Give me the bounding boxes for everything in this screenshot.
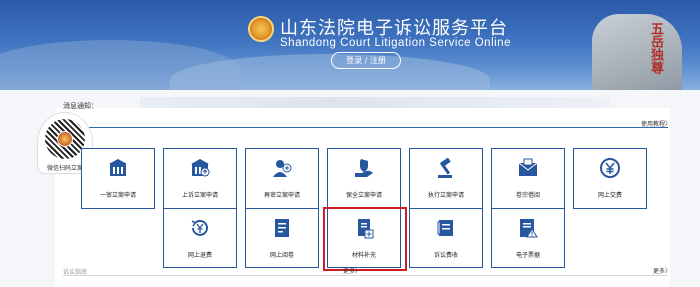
tile-online-payment[interactable]: 网上交费 (573, 148, 647, 209)
tile-label: 再审立案申请 (263, 192, 300, 199)
tile-retrial-filing[interactable]: 再审立案申请 (245, 148, 319, 209)
tile-label: 网上退费 (187, 252, 212, 259)
tile-label: 上诉立案申请 (181, 192, 218, 199)
building-document-icon (109, 159, 127, 176)
login-register-button[interactable]: 登录 / 注册 (331, 52, 401, 69)
person-gavel-icon (273, 160, 292, 177)
court-emblem-icon (57, 131, 73, 147)
hand-shield-icon (355, 159, 373, 177)
tile-appeal-filing[interactable]: 上诉立案申请 (163, 148, 237, 209)
building-upload-icon (191, 159, 210, 177)
tile-preservation-filing[interactable]: 保全立案申请 (327, 148, 401, 209)
tile-online-file-review[interactable]: 网上阅卷 (245, 208, 319, 268)
bottom-divider (63, 275, 668, 276)
tile-label: 卷宗借阅 (515, 192, 540, 199)
tile-label: 网上交费 (597, 192, 622, 199)
site-subtitle: Shandong Court Litigation Service Online (280, 37, 511, 49)
e-ticket-warning-icon (520, 219, 538, 238)
tile-label: 电子票据 (515, 252, 540, 259)
tile-electronic-invoice[interactable]: 电子票据 (491, 208, 565, 268)
notice-ticker[interactable] (140, 97, 610, 108)
highlight-frame (323, 207, 407, 271)
rock-inscription: 五岳独尊 (648, 22, 663, 74)
page: { "header": { "title": "山东法院电子诉讼服务平台", "… (0, 0, 700, 287)
tile-label: 网上阅卷 (269, 252, 294, 259)
court-emblem-icon (248, 16, 274, 42)
notice-label: 消息通知： (63, 102, 98, 110)
tile-label: 保全立案申请 (345, 192, 382, 199)
tile-label: 一审立案申请 (99, 192, 136, 199)
tile-file-borrowing[interactable]: 卷宗借阅 (491, 148, 565, 209)
tile-label: 执行立案申请 (427, 192, 464, 199)
gavel-icon (438, 157, 452, 178)
document-list-icon (275, 219, 289, 237)
refund-icon (191, 219, 208, 236)
receipt-icon (437, 220, 453, 236)
tile-first-instance-filing[interactable]: 一审立案申请 (81, 148, 155, 209)
tile-online-refund[interactable]: 网上退费 (163, 208, 237, 268)
more-link-right[interactable]: 更多〉 (653, 266, 671, 275)
tile-enforcement-filing[interactable]: 执行立案申请 (409, 148, 483, 209)
panel-divider (63, 127, 668, 128)
tile-litigation-fee-receipt[interactable]: 诉讼费收 (409, 208, 483, 268)
more-link[interactable]: 更多〉 (343, 266, 361, 275)
tile-label: 诉讼费收 (433, 252, 458, 259)
yuan-coin-icon (600, 158, 620, 178)
envelope-icon (518, 158, 538, 176)
